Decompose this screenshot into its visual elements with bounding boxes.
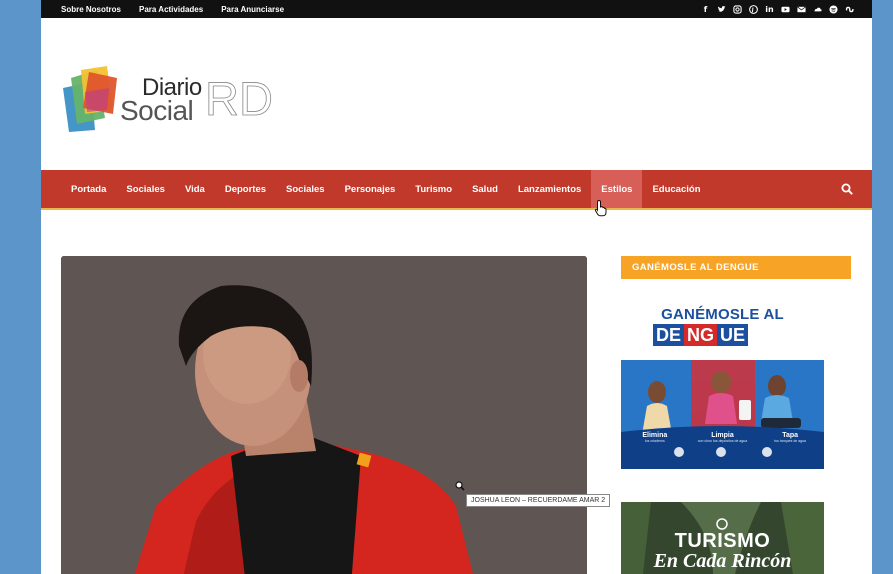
- linkedin-icon[interactable]: in: [765, 5, 774, 14]
- dengue-part-3: UE: [717, 324, 749, 346]
- image-tooltip: JOSHUA LEON – RECUERDAME AMAR 2: [466, 494, 611, 507]
- ad-photo-panel: [621, 360, 824, 469]
- logo-word-rd: RD: [205, 72, 274, 125]
- soundcloud-icon[interactable]: [813, 5, 822, 14]
- ad-step-tapa: Tapa tus tanques de agua: [774, 432, 806, 443]
- dengue-ad-banner[interactable]: GANÉMOSLE AL DE NG UE Elimina los criade…: [621, 300, 824, 469]
- widget-title: GANÉMOSLE AL DENGUE: [621, 256, 851, 279]
- nav-item-sociales[interactable]: Sociales: [116, 170, 175, 208]
- ad-step-limpia: Limpia con cloro tus depósitos de agua: [697, 432, 748, 443]
- page: Sobre Nosotros Para Actividades Para Anu…: [41, 0, 872, 574]
- spotify-icon[interactable]: [829, 4, 838, 14]
- nav-item-portada[interactable]: Portada: [61, 170, 116, 208]
- nav-item-sociales-2[interactable]: Sociales: [276, 170, 335, 208]
- ad-step-elimina: Elimina los criaderos: [642, 432, 668, 443]
- zoom-icon: [455, 481, 465, 491]
- turismo-ad-banner[interactable]: TURISMO En Cada Rincón: [621, 502, 824, 574]
- ad-dengue-word: DE NG UE: [653, 324, 749, 346]
- hand-cursor-icon: [594, 199, 607, 217]
- twitter-icon[interactable]: [717, 5, 726, 14]
- dengue-part-2: NG: [684, 324, 718, 346]
- person-photo: [61, 256, 587, 574]
- featured-image[interactable]: [61, 256, 587, 574]
- main-nav: Portada Sociales Vida Deportes Sociales Perso…: [41, 170, 872, 210]
- youtube-icon[interactable]: [781, 5, 790, 14]
- dengue-part-1: DE: [653, 324, 685, 346]
- nav-item-educacion[interactable]: Educación: [642, 170, 710, 208]
- stumbleupon-icon[interactable]: [845, 5, 854, 14]
- logo-word-social: Social: [120, 95, 194, 126]
- search-icon[interactable]: [840, 182, 854, 196]
- pinterest-icon[interactable]: [749, 4, 758, 14]
- top-link-sobre-nosotros[interactable]: Sobre Nosotros: [61, 5, 121, 14]
- top-link-para-actividades[interactable]: Para Actividades: [139, 5, 203, 14]
- top-bar: Sobre Nosotros Para Actividades Para Anu…: [41, 0, 872, 18]
- instagram-icon[interactable]: [733, 4, 742, 14]
- email-icon[interactable]: [797, 5, 806, 14]
- social-icons: f in: [701, 0, 854, 18]
- site-logo[interactable]: Diario Social RD: [63, 62, 273, 134]
- top-link-para-anunciarse[interactable]: Para Anunciarse: [221, 5, 284, 14]
- ad2-subtitle: En Cada Rincón: [653, 550, 792, 572]
- top-links: Sobre Nosotros Para Actividades Para Anu…: [61, 0, 284, 18]
- ad-people-illustration: [621, 360, 824, 469]
- nav-items: Portada Sociales Vida Deportes Sociales Perso…: [61, 170, 711, 208]
- ad-steps: Elimina los criaderos Limpia con cloro tus…: [621, 432, 824, 443]
- nav-item-vida[interactable]: Vida: [175, 170, 215, 208]
- nav-item-personajes[interactable]: Personajes: [335, 170, 406, 208]
- facebook-icon[interactable]: f: [701, 5, 710, 14]
- nav-item-turismo[interactable]: Turismo: [405, 170, 462, 208]
- nav-item-lanzamientos[interactable]: Lanzamientos: [508, 170, 591, 208]
- nav-item-salud[interactable]: Salud: [462, 170, 508, 208]
- nav-item-deportes[interactable]: Deportes: [215, 170, 276, 208]
- ad-headline: GANÉMOSLE AL: [661, 306, 784, 323]
